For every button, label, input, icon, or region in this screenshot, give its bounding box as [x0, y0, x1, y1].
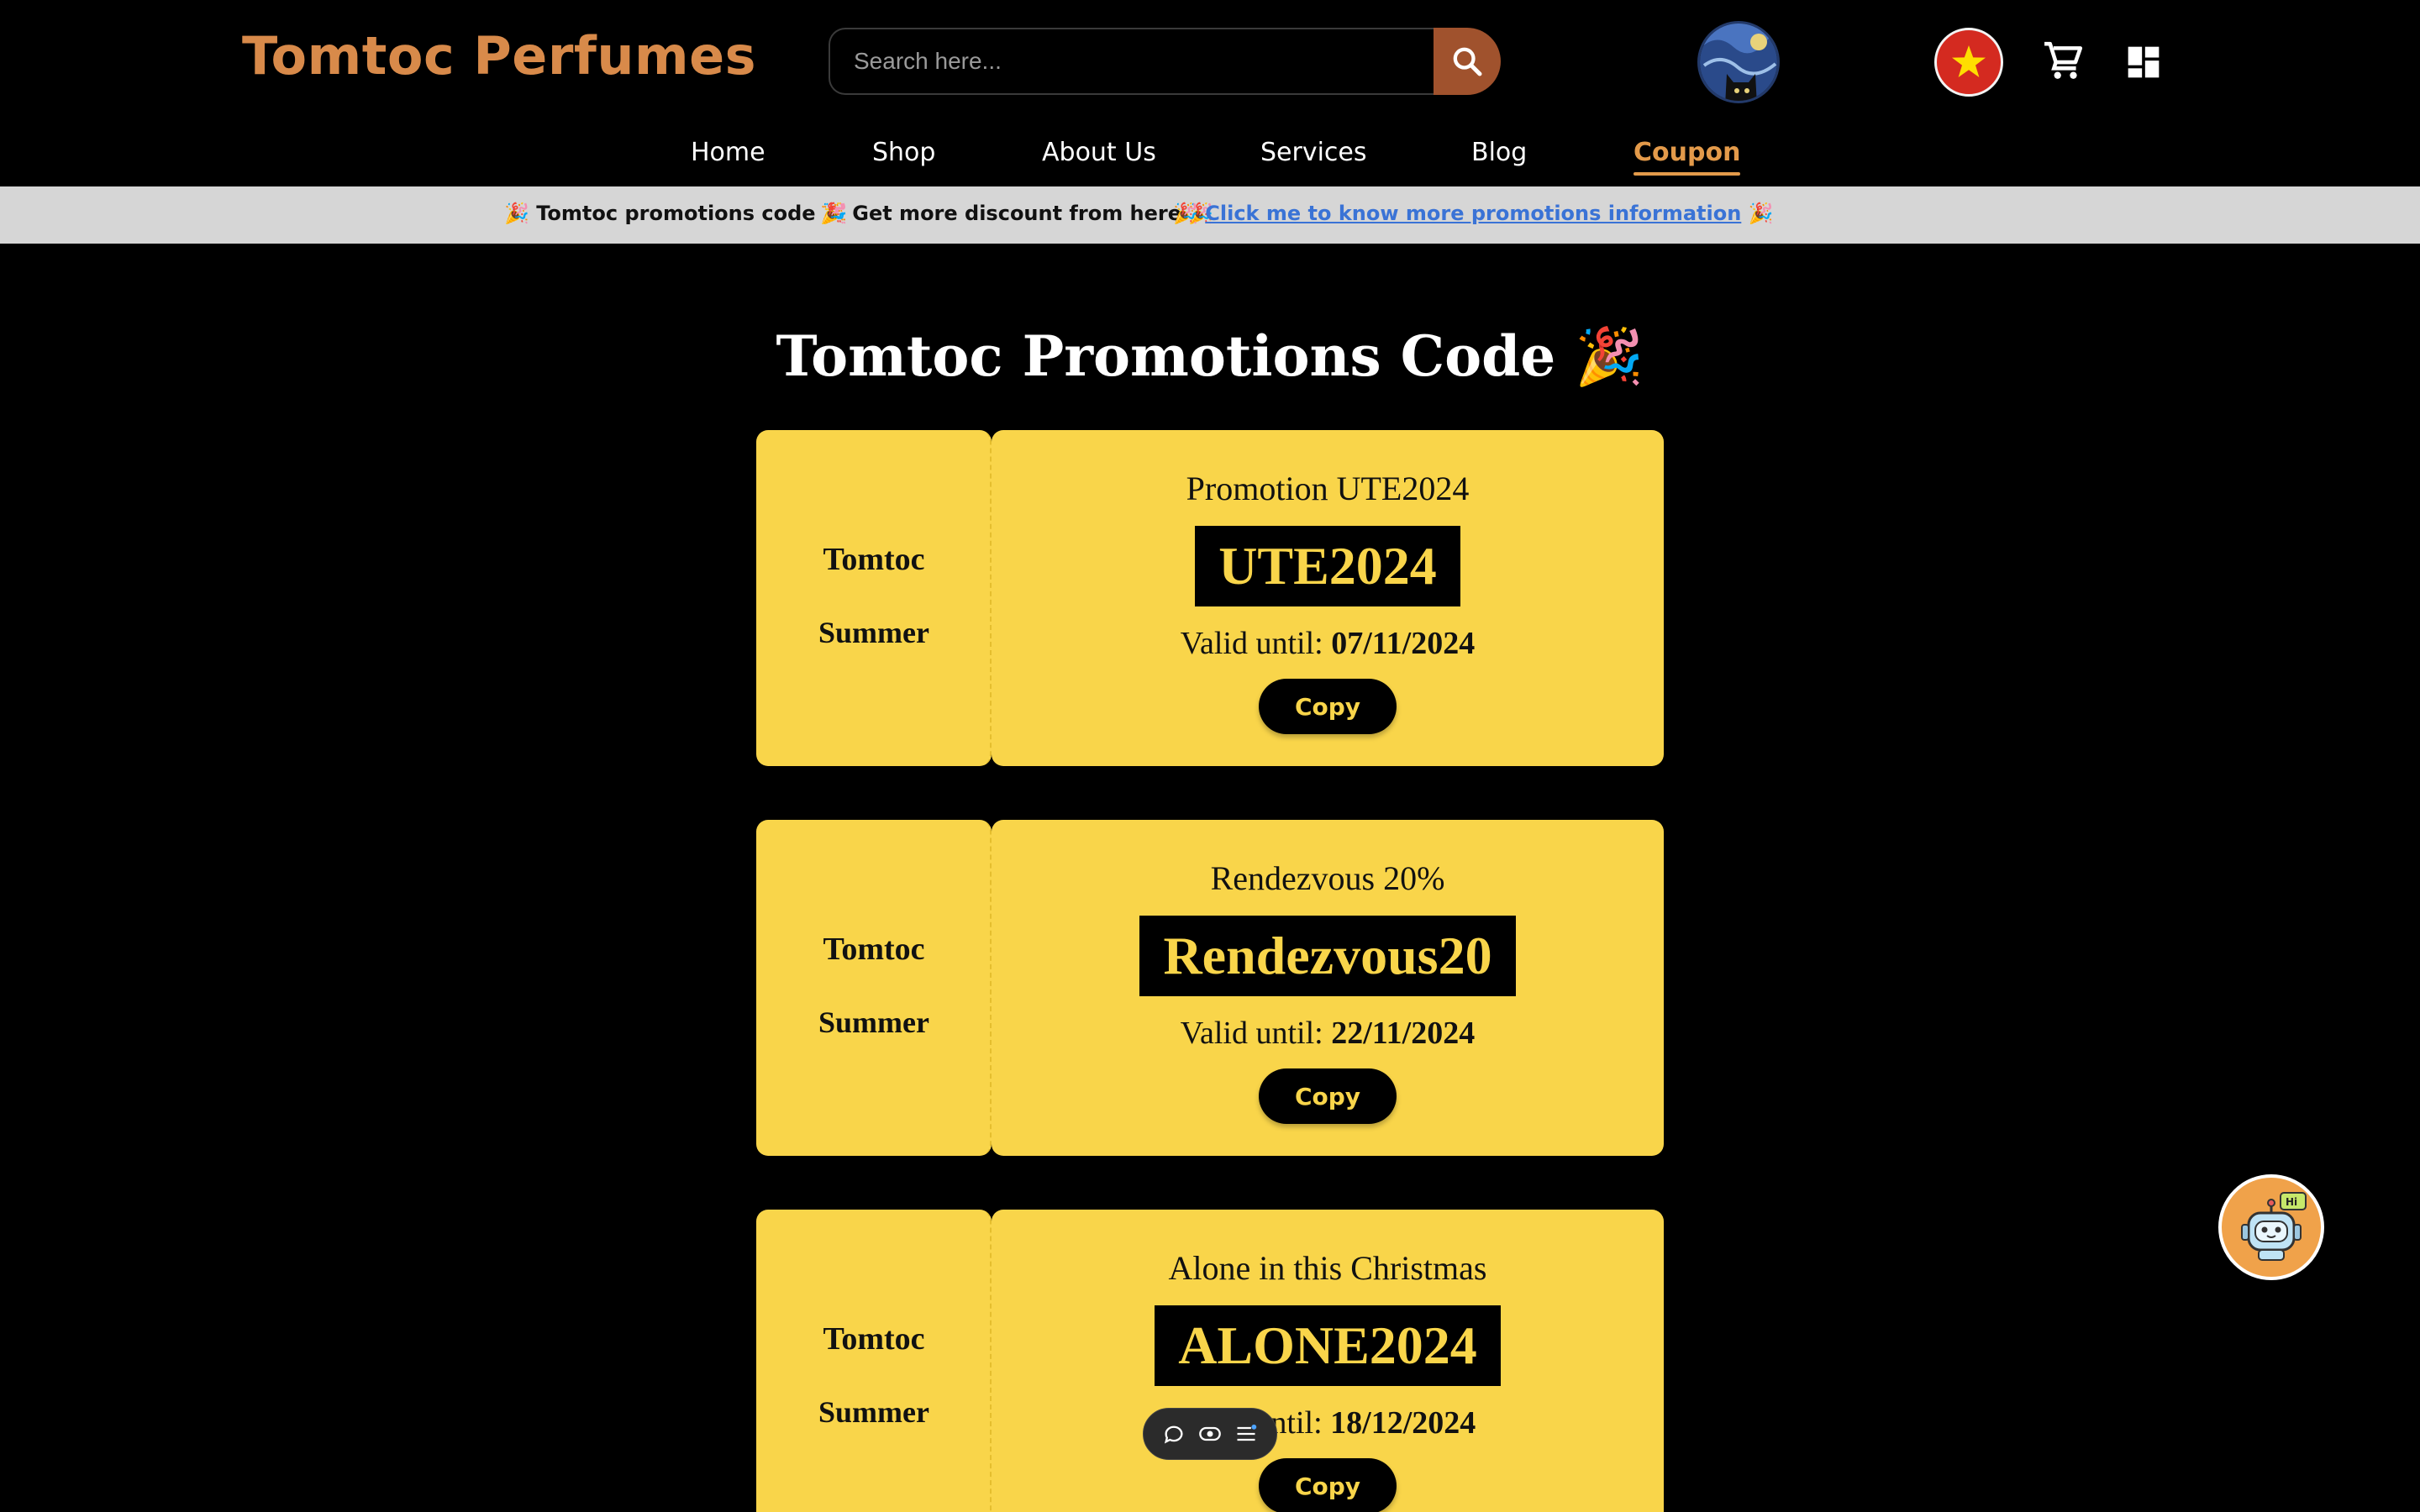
coupon-body: Rendezvous 20% Rendezvous20 Valid until:…	[992, 820, 1664, 1156]
coupon-card: Tomtoc Summer Alone in this Christmas AL…	[756, 1210, 1664, 1512]
svg-text:Hi: Hi	[2286, 1196, 2297, 1208]
search-bar	[829, 28, 1501, 95]
avatar[interactable]	[1697, 21, 1780, 103]
coupon-season: Summer	[818, 1005, 929, 1039]
search-icon	[1453, 47, 1482, 76]
coupon-season: Summer	[818, 1395, 929, 1429]
coupon-card: Tomtoc Summer Promotion UTE2024 UTE2024 …	[756, 430, 1664, 766]
promo-text: Get more discount from here	[852, 202, 1182, 225]
promo-ticker: 🎉 Tomtoc promotions code 🎉 🎉 Get more di…	[0, 186, 2420, 244]
coupon-season: Summer	[818, 616, 929, 649]
eye-icon[interactable]	[1198, 1422, 1222, 1446]
nav-blog[interactable]: Blog	[1471, 138, 1527, 167]
party-popper-icon: 🎉	[820, 202, 845, 225]
site-logo[interactable]: Tomtoc Perfumes	[242, 25, 756, 87]
party-popper-icon: 🎉	[1575, 323, 1644, 389]
coupon-brand: Tomtoc	[823, 932, 925, 967]
coupon-code: UTE2024	[1195, 526, 1460, 606]
coupon-code: Rendezvous20	[1139, 916, 1516, 996]
promo-item-info: 🎉 Click me to know more promotions infor…	[1173, 202, 1774, 225]
chatbot-button[interactable]: Hi	[2218, 1174, 2324, 1280]
valid-date: 18/12/2024	[1330, 1405, 1476, 1441]
valid-label: Valid until:	[1180, 626, 1323, 661]
party-popper-icon: 🎉	[1173, 202, 1198, 225]
coupon-stub: Tomtoc Summer	[756, 430, 992, 766]
coupon-stub: Tomtoc Summer	[756, 820, 992, 1156]
nav-about-us[interactable]: About Us	[1042, 138, 1156, 167]
promo-text: Tomtoc promotions code	[536, 202, 816, 225]
coupon-valid: Valid until: 22/11/2024	[992, 1015, 1664, 1052]
valid-label: Valid until:	[1180, 1016, 1323, 1051]
comment-icon[interactable]	[1162, 1422, 1186, 1446]
nav-services[interactable]: Services	[1260, 138, 1367, 167]
nav-coupon[interactable]: Coupon	[1634, 138, 1741, 176]
coupon-card: Tomtoc Summer Rendezvous 20% Rendezvous2…	[756, 820, 1664, 1156]
coupon-stub: Tomtoc Summer	[756, 1210, 992, 1512]
copy-button[interactable]: Copy	[1259, 1068, 1397, 1124]
language-flag-button[interactable]	[1934, 28, 2003, 97]
vietnam-flag-icon	[1952, 45, 1986, 77]
coupon-name: Promotion UTE2024	[1186, 470, 1470, 507]
list-icon[interactable]	[1234, 1422, 1258, 1446]
robot-icon: Hi	[2241, 1192, 2307, 1261]
promo-info-link[interactable]: Click me to know more promotions informa…	[1205, 202, 1741, 225]
coupon-valid: Valid until: 07/11/2024	[992, 625, 1664, 662]
coupon-name: Alone in this Christmas	[1168, 1249, 1487, 1287]
party-popper-icon: 🎉	[504, 202, 529, 225]
coupon-brand: Tomtoc	[823, 1321, 925, 1357]
cart-icon	[2044, 41, 2083, 79]
coupon-code: ALONE2024	[1155, 1305, 1501, 1386]
dashboard-button[interactable]	[2124, 44, 2163, 81]
party-popper-icon: 🎉	[1748, 202, 1774, 225]
search-input[interactable]	[829, 28, 1435, 95]
cart-button[interactable]	[2042, 40, 2086, 82]
nav-shop[interactable]: Shop	[872, 138, 935, 167]
coupon-brand: Tomtoc	[823, 542, 925, 577]
coupon-name: Rendezvous 20%	[1210, 859, 1445, 897]
main-nav: Home Shop About Us Services Blog Coupon	[0, 138, 2420, 185]
page-title: Tomtoc Promotions Code 🎉	[0, 323, 2420, 390]
coupon-valid: Valid until: 18/12/2024	[992, 1404, 1664, 1441]
site-header: Tomtoc Perfumes Search here... Home Shop…	[0, 0, 2420, 186]
coupon-body: Promotion UTE2024 UTE2024 Valid until: 0…	[992, 430, 1664, 766]
promo-item-codes: 🎉 Tomtoc promotions code 🎉	[504, 202, 848, 225]
valid-date: 22/11/2024	[1331, 1016, 1476, 1051]
nav-home[interactable]: Home	[691, 138, 765, 167]
dashboard-icon	[2128, 46, 2160, 78]
promo-item-discount: 🎉 Get more discount from here 🎉	[820, 202, 1213, 225]
copy-button[interactable]: Copy	[1259, 679, 1397, 734]
valid-date: 07/11/2024	[1331, 626, 1476, 661]
avatar-image	[1700, 24, 1777, 101]
search-button[interactable]	[1434, 28, 1501, 95]
coupon-body: Alone in this Christmas ALONE2024 Valid …	[992, 1210, 1664, 1512]
copy-button[interactable]: Copy	[1259, 1458, 1397, 1512]
floating-toolbar	[1143, 1408, 1277, 1460]
page-title-text: Tomtoc Promotions Code	[776, 323, 1556, 389]
